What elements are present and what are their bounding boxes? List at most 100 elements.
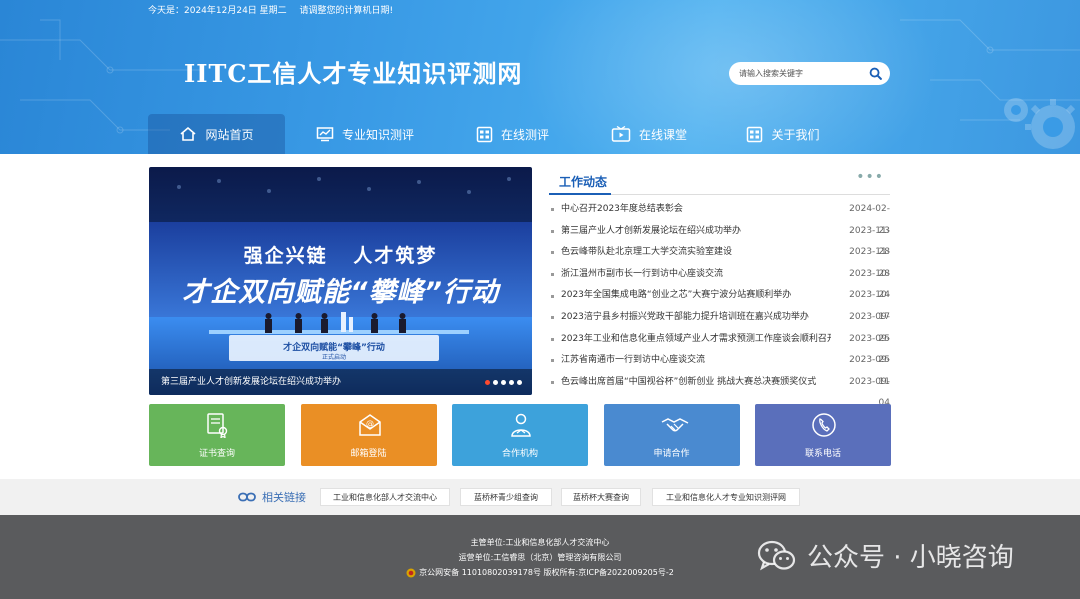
news-item-title[interactable]: 2023年全国集成电路“创业之芯”大赛宁波分站赛顺利举办: [561, 285, 791, 307]
news-item-title[interactable]: 2023年工业和信息化重点领域产业人才需求预测工作座谈会顺利召开: [561, 329, 831, 351]
news-item-title[interactable]: 第三届产业人才创新发展论坛在绍兴成功举办: [561, 221, 741, 243]
carousel-dot[interactable]: [493, 380, 498, 385]
certificate-icon: [207, 413, 228, 438]
news-item-title[interactable]: 色云峰出席首届“中国视谷杯”创新创业 挑战大赛总决赛颁奖仪式: [561, 372, 816, 394]
nav-knowledge-test[interactable]: 专业知识测评: [285, 114, 445, 154]
news-item-date: 2023-11-28: [849, 225, 890, 258]
watermark: 公众号 · 小晓咨询: [757, 537, 1014, 574]
news-title: 工作动态: [559, 175, 608, 189]
wechat-icon: [757, 540, 796, 570]
news-item-date: 2023-09-25: [849, 311, 890, 344]
site-title: IITC工信人才专业知识评测网: [184, 59, 523, 88]
bullet-icon: [551, 229, 554, 233]
nav-online-test[interactable]: 在线测评: [445, 114, 580, 154]
contact-phone-label: 联系电话: [804, 449, 841, 459]
news-item[interactable]: 2023涪宁县乡村振兴党政干部能力提升培训班在嘉兴成功举办 2023-09-25: [549, 307, 890, 344]
more-icon[interactable]: •••: [856, 169, 884, 185]
news-item-date: 2023-10-17: [849, 290, 890, 322]
mail-icon: @: [358, 414, 381, 436]
news-list: 中心召开2023年度总结表彰会 2024-02-23 第三届产业人才创新发展论坛在…: [549, 199, 890, 409]
bullet-icon: [551, 337, 554, 341]
main-nav: 网站首页 专业知识测评 在线测评 在线课堂 关于我们: [148, 114, 848, 154]
news-item[interactable]: 江苏省南通市一行到访中心座谈交流 2023-09-11: [549, 350, 890, 387]
carousel-dot[interactable]: [501, 380, 506, 385]
bullet-icon: [551, 273, 554, 277]
link-icon: [238, 492, 256, 502]
bullet-icon: [551, 381, 554, 385]
mail-login-label: 邮箱登陆: [350, 449, 387, 459]
home-icon: [180, 126, 197, 141]
bullet-icon: [551, 251, 554, 255]
nav-online-test-label: 在线测评: [500, 127, 549, 142]
news-item-date: 2023-10-24: [849, 268, 890, 301]
related-links-title: 相关链接: [262, 491, 306, 504]
news-item-title[interactable]: 中心召开2023年度总结表彰会: [561, 199, 683, 221]
carousel-dot[interactable]: [509, 380, 514, 385]
search-box: [729, 62, 890, 85]
related-links-bar: 相关链接 工业和信息化部人才交流中心 蓝桥杯青少组查询 蓝桥杯大赛查询 工业和信…: [0, 479, 1080, 515]
grid-icon: [747, 126, 763, 142]
phone-icon: [812, 413, 836, 437]
news-item-date: 2023-09-04: [849, 376, 890, 409]
news-item-title[interactable]: 2023涪宁县乡村振兴党政干部能力提升培训班在嘉兴成功举办: [561, 307, 809, 329]
related-link[interactable]: 蓝桥杯青少组查询: [460, 488, 552, 506]
news-item[interactable]: 色云峰出席首届“中国视谷杯”创新创业 挑战大赛总决赛颁奖仪式 2023-09-04: [549, 372, 890, 409]
site-header: 今天是：2024年12月24日 星期二 请调整您的计算机日期! IITC工信人才…: [0, 0, 1080, 154]
news-item[interactable]: 色云峰带队赴北京理工大学交流实验室建设 2023-11-28: [549, 242, 890, 279]
nav-online-class[interactable]: 在线课堂: [580, 114, 718, 154]
bullet-icon: [551, 294, 554, 298]
news-item[interactable]: 浙江温州市副市长一行到访中心座谈交流 2023-10-24: [549, 264, 890, 301]
news-item-date: 2024-02-23: [849, 204, 890, 236]
tv-icon: [611, 125, 631, 142]
apply-cooperation-tile[interactable]: 申请合作: [603, 404, 740, 466]
banner-headline-1: 强企兴链 人才筑梦: [243, 245, 438, 267]
handshake-icon: [661, 418, 688, 432]
apply-cooperation-label: 申请合作: [653, 449, 690, 459]
certificate-query-label: 证书查询: [198, 449, 235, 459]
carousel-dot[interactable]: [485, 380, 490, 385]
quick-access-tiles: 证书查询 @ 邮箱登陆 合作机构 申请合作 联系电话: [149, 404, 891, 466]
related-link[interactable]: 工业和信息化部人才交流中心: [320, 488, 450, 506]
nav-home-label: 网站首页: [205, 127, 254, 142]
carousel-dot[interactable]: [517, 380, 522, 385]
search-icon[interactable]: [869, 67, 882, 80]
svg-text:@: @: [366, 419, 374, 428]
nav-online-class-label: 在线课堂: [638, 127, 687, 142]
nav-about-us-label: 关于我们: [771, 127, 820, 142]
news-item-title[interactable]: 浙江温州市副市长一行到访中心座谈交流: [561, 264, 723, 286]
banner-caption[interactable]: 第三届产业人才创新发展论坛在绍兴成功举办: [149, 369, 532, 395]
news-item-date: 2023-11-28: [849, 247, 890, 279]
news-item-title[interactable]: 色云峰带队赴北京理工大学交流实验室建设: [561, 242, 732, 264]
certificate-query-tile[interactable]: 证书查询: [149, 404, 285, 466]
mail-login-tile[interactable]: @ 邮箱登陆: [300, 404, 437, 466]
news-header: 工作动态 •••: [549, 167, 890, 195]
bullet-icon: [551, 208, 554, 212]
news-title-underline: [549, 193, 611, 195]
banner-stage-sub: 正式启动: [321, 354, 346, 361]
news-item-title[interactable]: 江苏省南通市一行到访中心座谈交流: [561, 350, 705, 372]
partner-org-tile[interactable]: 合作机构: [452, 404, 588, 466]
related-link[interactable]: 工业和信息化人才专业知识测评网: [652, 488, 800, 506]
bullet-icon: [551, 359, 554, 363]
handshake-user-icon: [511, 413, 531, 437]
nav-about-us[interactable]: 关于我们: [718, 114, 848, 154]
news-item-date: 2023-09-25: [849, 333, 890, 366]
nav-home[interactable]: 网站首页: [148, 114, 285, 154]
news-item[interactable]: 第三届产业人才创新发展论坛在绍兴成功举办 2023-11-28: [549, 221, 890, 258]
carousel-indicators: [482, 380, 522, 385]
partner-org-label: 合作机构: [501, 449, 538, 459]
search-input[interactable]: [739, 66, 859, 81]
news-item[interactable]: 中心召开2023年度总结表彰会 2024-02-23: [549, 199, 890, 236]
nav-knowledge-test-label: 专业知识测评: [341, 127, 414, 142]
work-news-panel: 工作动态 ••• 中心召开2023年度总结表彰会 2024-02-23 第三届产业…: [549, 167, 890, 409]
related-link[interactable]: 蓝桥杯大赛查询: [561, 488, 641, 506]
current-date: 今天是：2024年12月24日 星期二: [148, 6, 287, 16]
news-banner-carousel[interactable]: 强企兴链 人才筑梦 才企双向赋能“攀峰”行动 才企双向赋能“攀峰”行动 正式启动…: [149, 167, 532, 395]
news-item[interactable]: 2023年工业和信息化重点领域产业人才需求预测工作座谈会顺利召开 2023-09-…: [549, 329, 890, 366]
news-item[interactable]: 2023年全国集成电路“创业之芯”大赛宁波分站赛顺利举办 2023-10-17: [549, 285, 890, 322]
chart-board-icon: [316, 127, 334, 142]
contact-phone-tile[interactable]: 联系电话: [755, 404, 891, 466]
grid-icon: [476, 126, 493, 142]
footer-license: 京公网安备 11010802039178号 版权所有:京ICP备20220092…: [419, 568, 674, 577]
news-item-date: 2023-09-11: [849, 355, 890, 387]
